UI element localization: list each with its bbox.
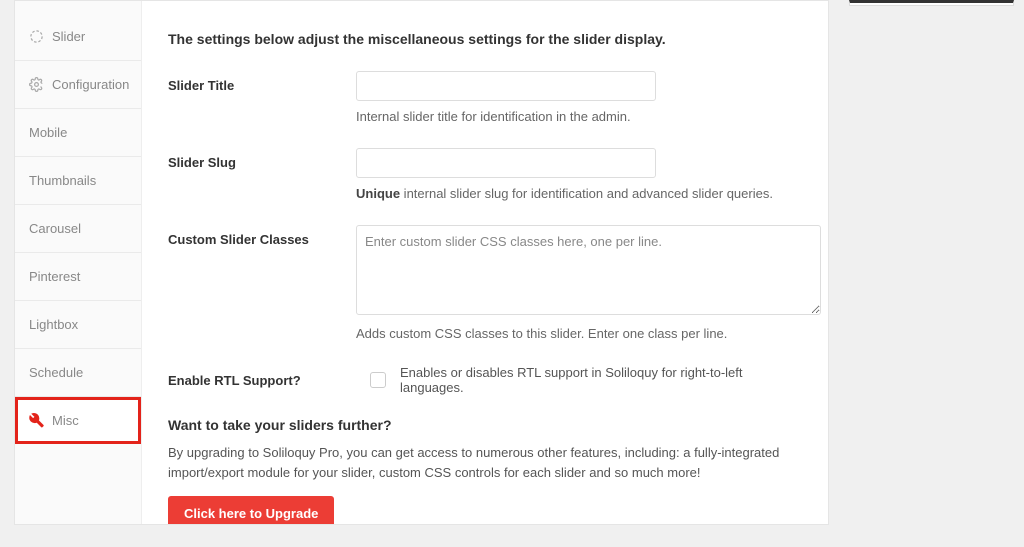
slider-icon [29, 29, 44, 44]
upgrade-button[interactable]: Click here to Upgrade [168, 496, 334, 524]
sidebar-item-label: Pinterest [29, 269, 80, 284]
settings-sidebar: Slider Configuration Mobile Thumbnails C… [15, 1, 142, 524]
slider-title-help: Internal slider title for identification… [356, 109, 802, 124]
page-heading: The settings below adjust the miscellane… [168, 31, 802, 47]
sidebar-item-configuration[interactable]: Configuration [15, 61, 141, 109]
rtl-checkbox[interactable] [370, 372, 386, 388]
sidebar-item-lightbox[interactable]: Lightbox [15, 301, 141, 349]
sidebar-item-schedule[interactable]: Schedule [15, 349, 141, 397]
custom-classes-label: Custom Slider Classes [168, 225, 356, 247]
row-slider-title: Slider Title Internal slider title for i… [168, 71, 802, 124]
sidebar-item-slider[interactable]: Slider [15, 13, 141, 61]
rtl-label: Enable RTL Support? [168, 373, 356, 388]
upsell-text: By upgrading to Soliloquy Pro, you can g… [168, 443, 802, 482]
sidebar-item-pinterest[interactable]: Pinterest [15, 253, 141, 301]
slider-title-label: Slider Title [168, 71, 356, 93]
sidebar-item-label: Thumbnails [29, 173, 96, 188]
rtl-desc: Enables or disables RTL support in Solil… [400, 365, 802, 395]
sidebar-item-misc[interactable]: Misc [15, 397, 141, 444]
sidebar-item-mobile[interactable]: Mobile [15, 109, 141, 157]
sidebar-item-label: Slider [52, 29, 85, 44]
sidebar-item-label: Schedule [29, 365, 83, 380]
row-custom-classes: Custom Slider Classes Adds custom CSS cl… [168, 225, 802, 341]
sidebar-item-label: Misc [52, 413, 79, 428]
custom-classes-textarea[interactable] [356, 225, 821, 315]
sidebar-item-label: Mobile [29, 125, 67, 140]
sidebar-item-label: Lightbox [29, 317, 78, 332]
slider-slug-label: Slider Slug [168, 148, 356, 170]
sidebar-item-label: Carousel [29, 221, 81, 236]
sidebar-item-carousel[interactable]: Carousel [15, 205, 141, 253]
wrench-icon [29, 413, 44, 428]
row-rtl: Enable RTL Support? Enables or disables … [168, 365, 802, 395]
gear-icon [29, 77, 44, 92]
row-slider-slug: Slider Slug Unique internal slider slug … [168, 148, 802, 201]
slider-title-input[interactable] [356, 71, 656, 101]
custom-classes-help: Adds custom CSS classes to this slider. … [356, 326, 821, 341]
slider-slug-input[interactable] [356, 148, 656, 178]
upsell-heading: Want to take your sliders further? [168, 417, 802, 433]
settings-panel: Slider Configuration Mobile Thumbnails C… [14, 0, 829, 525]
slider-slug-help: Unique internal slider slug for identifi… [356, 186, 802, 201]
settings-content: The settings below adjust the miscellane… [142, 1, 828, 524]
sidebar-item-label: Configuration [52, 77, 129, 92]
sidebar-widget [849, 0, 1014, 547]
sidebar-item-thumbnails[interactable]: Thumbnails [15, 157, 141, 205]
